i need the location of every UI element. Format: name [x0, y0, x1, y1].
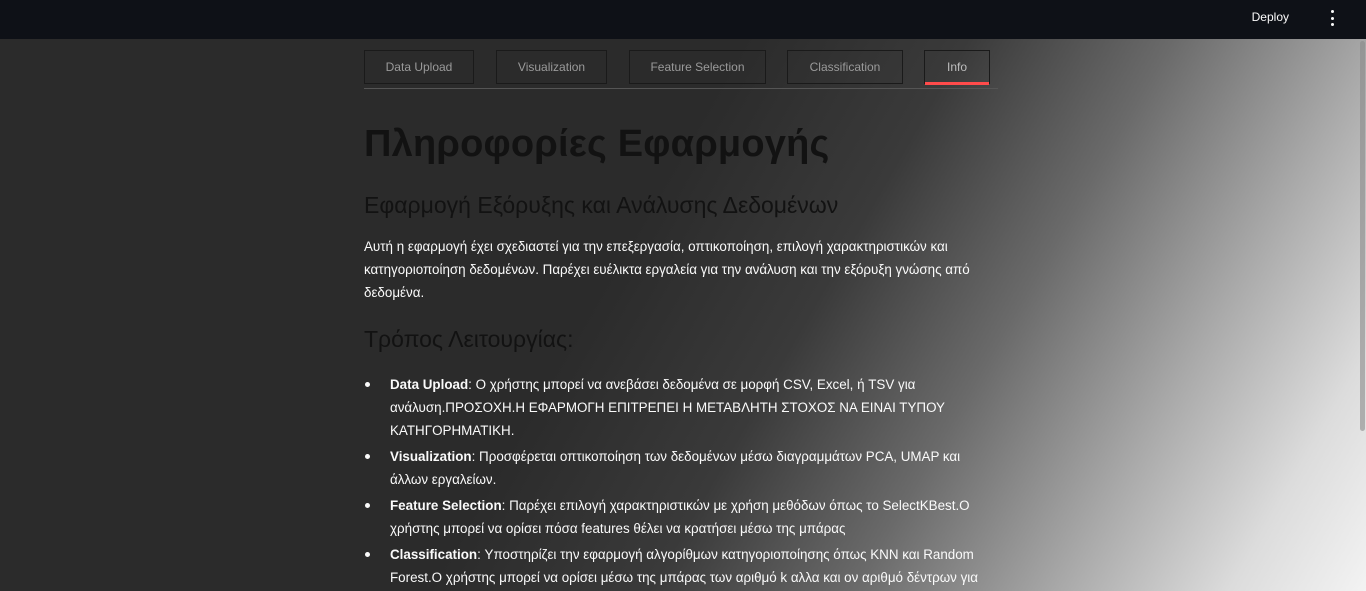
item-name: Feature Selection [390, 498, 502, 513]
tab-info[interactable]: Info [924, 50, 990, 85]
tab-bar: Data Upload Visualization Feature Select… [364, 39, 998, 89]
item-name: Classification [390, 547, 478, 562]
item-text: : Υποστηρίζει την εφαρμογή αλγορίθμων κα… [390, 547, 979, 585]
deploy-button[interactable]: Deploy [1252, 10, 1289, 24]
main-content: Data Upload Visualization Feature Select… [364, 39, 998, 585]
feature-list: Data Upload: Ο χρήστης μπορεί να ανεβάσε… [364, 373, 998, 591]
intro-paragraph: Αυτή η εφαρμογή έχει σχεδιαστεί για την … [364, 239, 970, 300]
tab-classification[interactable]: Classification [787, 50, 903, 84]
item-name: Data Upload [390, 377, 469, 392]
tab-visualization[interactable]: Visualization [496, 50, 607, 84]
page-title: Πληροφορίες Εφαρμογής [364, 123, 830, 165]
top-toolbar: Deploy [0, 0, 1366, 39]
item-name: Visualization [390, 449, 472, 464]
page-scrollbar[interactable] [1360, 41, 1365, 431]
list-item: Classification: Υποστηρίζει την εφαρμογή… [364, 543, 998, 589]
menu-dot [1330, 16, 1334, 20]
list-item: Visualization: Προσφέρεται οπτικοποίηση … [364, 445, 998, 491]
item-text: : Ο χρήστης μπορεί να ανεβάσει δεδομένα … [390, 377, 945, 438]
page-subtitle: Εφαρμογή Εξόρυξης και Ανάλυσης Δεδομένων [364, 192, 839, 218]
section-heading: Τρόπος Λειτουργίας: [364, 326, 574, 352]
menu-dot [1330, 23, 1334, 26]
list-item: Feature Selection: Παρέχει επιλογή χαρακ… [364, 494, 998, 540]
menu-dot [1330, 10, 1334, 13]
tab-feature-selection[interactable]: Feature Selection [629, 50, 766, 84]
item-text: : Προσφέρεται οπτικοποίηση των δεδομένων… [390, 449, 961, 487]
kebab-menu-icon[interactable] [1327, 10, 1337, 26]
list-item: Data Upload: Ο χρήστης μπορεί να ανεβάσε… [364, 373, 998, 442]
tab-data-upload[interactable]: Data Upload [364, 50, 474, 84]
